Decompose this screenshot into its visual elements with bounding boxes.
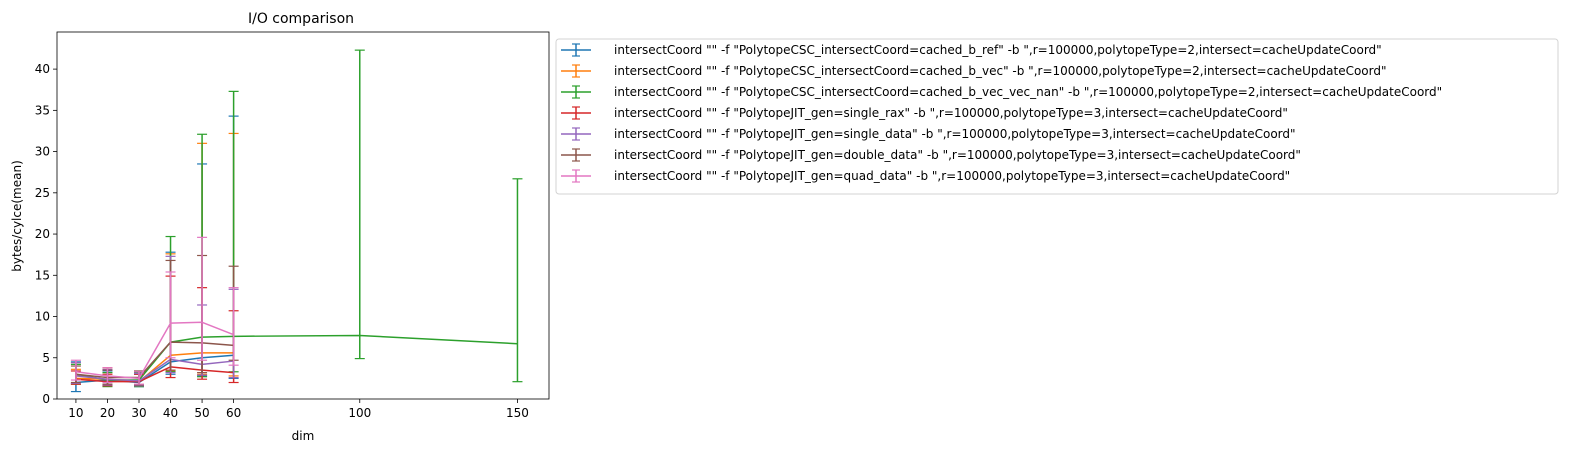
x-axis-label: dim: [292, 429, 315, 443]
y-tick-label: 30: [35, 145, 50, 159]
legend-item: intersectCoord "" -f "PolytopeJIT_gen=do…: [561, 148, 1301, 162]
x-tick-label: 10: [68, 406, 83, 420]
x-tick-label: 50: [194, 406, 209, 420]
x-tick-label: 60: [226, 406, 241, 420]
series-4: [70, 255, 239, 387]
legend-item: intersectCoord "" -f "PolytopeCSC_inters…: [561, 43, 1382, 57]
legend-item: intersectCoord "" -f "PolytopeJIT_gen=si…: [561, 106, 1288, 120]
x-tick-label: 20: [100, 406, 115, 420]
y-tick-label: 15: [35, 268, 50, 282]
y-tick-label: 0: [42, 392, 50, 406]
x-tick-label: 100: [348, 406, 371, 420]
series-1: [70, 132, 239, 387]
y-tick-label: 10: [35, 310, 50, 324]
y-axis: 0 5 10 15 20 25 30 35 40: [35, 62, 57, 406]
x-tick-label: 150: [506, 406, 529, 420]
plot-area: [56, 31, 550, 400]
y-tick-label: 20: [35, 227, 50, 241]
plot-frame: [56, 31, 550, 400]
legend-item: intersectCoord "" -f "PolytopeCSC_inters…: [561, 85, 1442, 99]
legend: intersectCoord "" -f "PolytopeCSC_inters…: [555, 38, 1559, 195]
series-2: [70, 49, 523, 388]
legend-item: intersectCoord "" -f "PolytopeCSC_inters…: [561, 64, 1387, 78]
x-tick-label: 30: [131, 406, 146, 420]
legend-label: intersectCoord "" -f "PolytopeJIT_gen=si…: [614, 106, 1288, 120]
series-5: [70, 254, 239, 386]
legend-item: intersectCoord "" -f "PolytopeJIT_gen=si…: [561, 127, 1296, 141]
y-tick-label: 40: [35, 62, 50, 76]
y-tick-label: 25: [35, 186, 50, 200]
legend-item: intersectCoord "" -f "PolytopeJIT_gen=qu…: [561, 169, 1290, 183]
chart-title: I/O comparison: [248, 11, 354, 27]
legend-label: intersectCoord "" -f "PolytopeCSC_inters…: [614, 85, 1442, 99]
x-tick-label: 40: [163, 406, 178, 420]
legend-label: intersectCoord "" -f "PolytopeJIT_gen=do…: [614, 148, 1301, 162]
x-axis: 10 20 30 40 50 60 100 150: [68, 399, 529, 420]
legend-label: intersectCoord "" -f "PolytopeJIT_gen=qu…: [614, 169, 1290, 183]
y-tick-label: 35: [35, 103, 50, 117]
y-axis-label: bytes/cylce(mean): [10, 160, 24, 272]
chart: I/O comparison 10 20 30 40 50 60 100 150 0 5 10 15…: [10, 11, 1559, 443]
legend-label: intersectCoord "" -f "PolytopeCSC_inters…: [614, 43, 1382, 57]
legend-label: intersectCoord "" -f "PolytopeCSC_inters…: [614, 64, 1387, 78]
y-tick-label: 5: [42, 351, 50, 365]
legend-label: intersectCoord "" -f "PolytopeJIT_gen=si…: [614, 127, 1296, 141]
